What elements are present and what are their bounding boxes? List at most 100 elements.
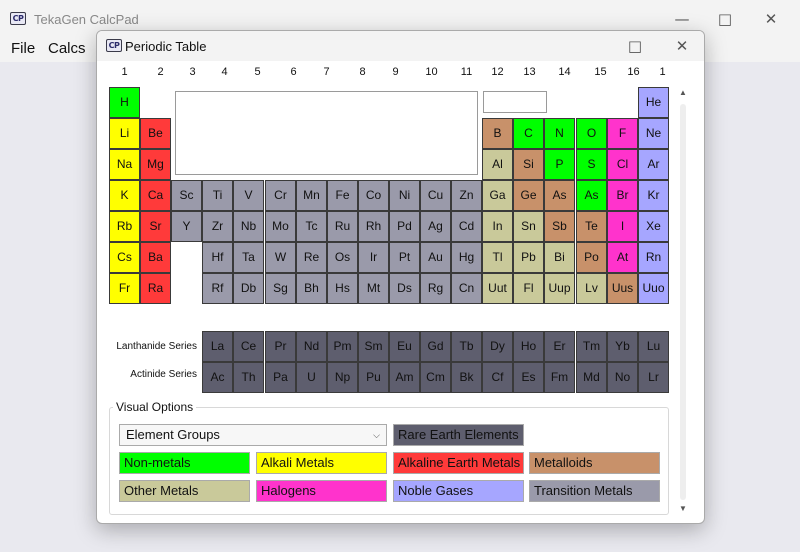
element-cell[interactable]: In (482, 211, 513, 242)
element-cell[interactable]: Ge (513, 180, 544, 211)
element-cell[interactable]: Uut (482, 273, 513, 304)
element-cell[interactable]: Zn (451, 180, 482, 211)
element-cell[interactable]: C (513, 118, 544, 149)
element-cell[interactable]: Cu (420, 180, 451, 211)
element-cell[interactable]: Sb (544, 211, 575, 242)
element-cell[interactable]: S (576, 149, 607, 180)
series-element-cell[interactable]: Pa (265, 362, 296, 393)
menu-file[interactable]: File (11, 40, 35, 57)
element-cell[interactable]: Mg (140, 149, 171, 180)
element-cell[interactable]: Tl (482, 242, 513, 273)
element-cell[interactable]: Ta (233, 242, 264, 273)
legend-rare-earth[interactable]: Rare Earth Elements (393, 424, 524, 446)
element-cell[interactable]: Sc (171, 180, 202, 211)
series-element-cell[interactable]: Eu (389, 331, 420, 362)
element-cell[interactable]: Sn (513, 211, 544, 242)
element-cell[interactable]: Bh (296, 273, 327, 304)
element-cell[interactable]: V (233, 180, 264, 211)
element-cell[interactable]: F (607, 118, 638, 149)
element-cell[interactable]: Pt (389, 242, 420, 273)
minimize-icon[interactable]: — (671, 8, 693, 30)
legend-noble-gases[interactable]: Noble Gases (393, 480, 524, 502)
element-cell[interactable]: Ru (327, 211, 358, 242)
element-cell[interactable]: Rg (420, 273, 451, 304)
element-cell[interactable]: Uuo (638, 273, 669, 304)
element-cell[interactable]: K (109, 180, 140, 211)
series-element-cell[interactable]: Pr (265, 331, 296, 362)
legend-halogens[interactable]: Halogens (256, 480, 387, 502)
view-mode-select[interactable]: Element Groups ⌵ (119, 424, 387, 446)
series-element-cell[interactable]: Nd (296, 331, 327, 362)
element-cell[interactable]: Be (140, 118, 171, 149)
element-cell[interactable]: B (482, 118, 513, 149)
element-cell[interactable]: Co (358, 180, 389, 211)
element-cell[interactable]: Al (482, 149, 513, 180)
element-cell[interactable]: Sr (140, 211, 171, 242)
legend-alkali-metals[interactable]: Alkali Metals (256, 452, 387, 474)
series-element-cell[interactable]: Ho (513, 331, 544, 362)
element-cell[interactable]: Cl (607, 149, 638, 180)
element-cell[interactable]: Ne (638, 118, 669, 149)
series-element-cell[interactable]: Ac (202, 362, 233, 393)
element-cell[interactable]: Ti (202, 180, 233, 211)
series-element-cell[interactable]: Pu (358, 362, 389, 393)
legend-alkaline-earth-metals[interactable]: Alkaline Earth Metals (393, 452, 524, 474)
element-cell[interactable]: Xe (638, 211, 669, 242)
series-element-cell[interactable]: Yb (607, 331, 638, 362)
series-element-cell[interactable]: Np (327, 362, 358, 393)
element-cell[interactable]: Ar (638, 149, 669, 180)
series-element-cell[interactable]: No (607, 362, 638, 393)
element-cell[interactable]: Bi (544, 242, 575, 273)
series-element-cell[interactable]: Lu (638, 331, 669, 362)
series-element-cell[interactable]: Es (513, 362, 544, 393)
element-cell[interactable]: Si (513, 149, 544, 180)
legend-non-metals[interactable]: Non-metals (119, 452, 250, 474)
element-cell[interactable]: Ir (358, 242, 389, 273)
element-cell[interactable]: Ra (140, 273, 171, 304)
element-cell[interactable]: P (544, 149, 575, 180)
element-cell[interactable]: Kr (638, 180, 669, 211)
series-element-cell[interactable]: Ce (233, 331, 264, 362)
element-cell[interactable]: Ag (420, 211, 451, 242)
element-cell[interactable]: Na (109, 149, 140, 180)
series-element-cell[interactable]: Er (544, 331, 575, 362)
element-cell[interactable]: Mo (265, 211, 296, 242)
element-cell[interactable]: Sg (265, 273, 296, 304)
element-cell[interactable]: Po (576, 242, 607, 273)
series-element-cell[interactable]: Bk (451, 362, 482, 393)
element-cell[interactable]: Db (233, 273, 264, 304)
series-element-cell[interactable]: Md (576, 362, 607, 393)
element-cell[interactable]: Au (420, 242, 451, 273)
series-element-cell[interactable]: Th (233, 362, 264, 393)
element-cell[interactable]: Pb (513, 242, 544, 273)
series-element-cell[interactable]: Tm (576, 331, 607, 362)
element-cell[interactable]: Rn (638, 242, 669, 273)
element-cell[interactable]: Os (327, 242, 358, 273)
series-element-cell[interactable]: La (202, 331, 233, 362)
element-cell[interactable]: W (265, 242, 296, 273)
element-cell[interactable]: Rf (202, 273, 233, 304)
element-cell[interactable]: Rb (109, 211, 140, 242)
series-element-cell[interactable]: Tb (451, 331, 482, 362)
series-element-cell[interactable]: Am (389, 362, 420, 393)
element-cell[interactable]: Ds (389, 273, 420, 304)
element-cell[interactable]: Rh (358, 211, 389, 242)
element-cell[interactable]: Fl (513, 273, 544, 304)
element-cell[interactable]: Zr (202, 211, 233, 242)
series-element-cell[interactable]: Gd (420, 331, 451, 362)
element-cell[interactable]: As (544, 180, 575, 211)
element-cell[interactable]: Ga (482, 180, 513, 211)
scroll-down-icon[interactable]: ▼ (678, 504, 688, 514)
element-cell[interactable]: Hg (451, 242, 482, 273)
element-cell[interactable]: Hf (202, 242, 233, 273)
element-cell[interactable]: Cd (451, 211, 482, 242)
element-cell[interactable]: Cn (451, 273, 482, 304)
dialog-maximize-icon[interactable]: □ (624, 35, 646, 57)
element-cell[interactable]: At (607, 242, 638, 273)
legend-transition-metals[interactable]: Transition Metals (529, 480, 660, 502)
element-cell[interactable]: Te (576, 211, 607, 242)
element-cell[interactable]: Br (607, 180, 638, 211)
dialog-close-icon[interactable]: ✕ (671, 35, 693, 57)
series-element-cell[interactable]: Sm (358, 331, 389, 362)
element-cell[interactable]: O (576, 118, 607, 149)
